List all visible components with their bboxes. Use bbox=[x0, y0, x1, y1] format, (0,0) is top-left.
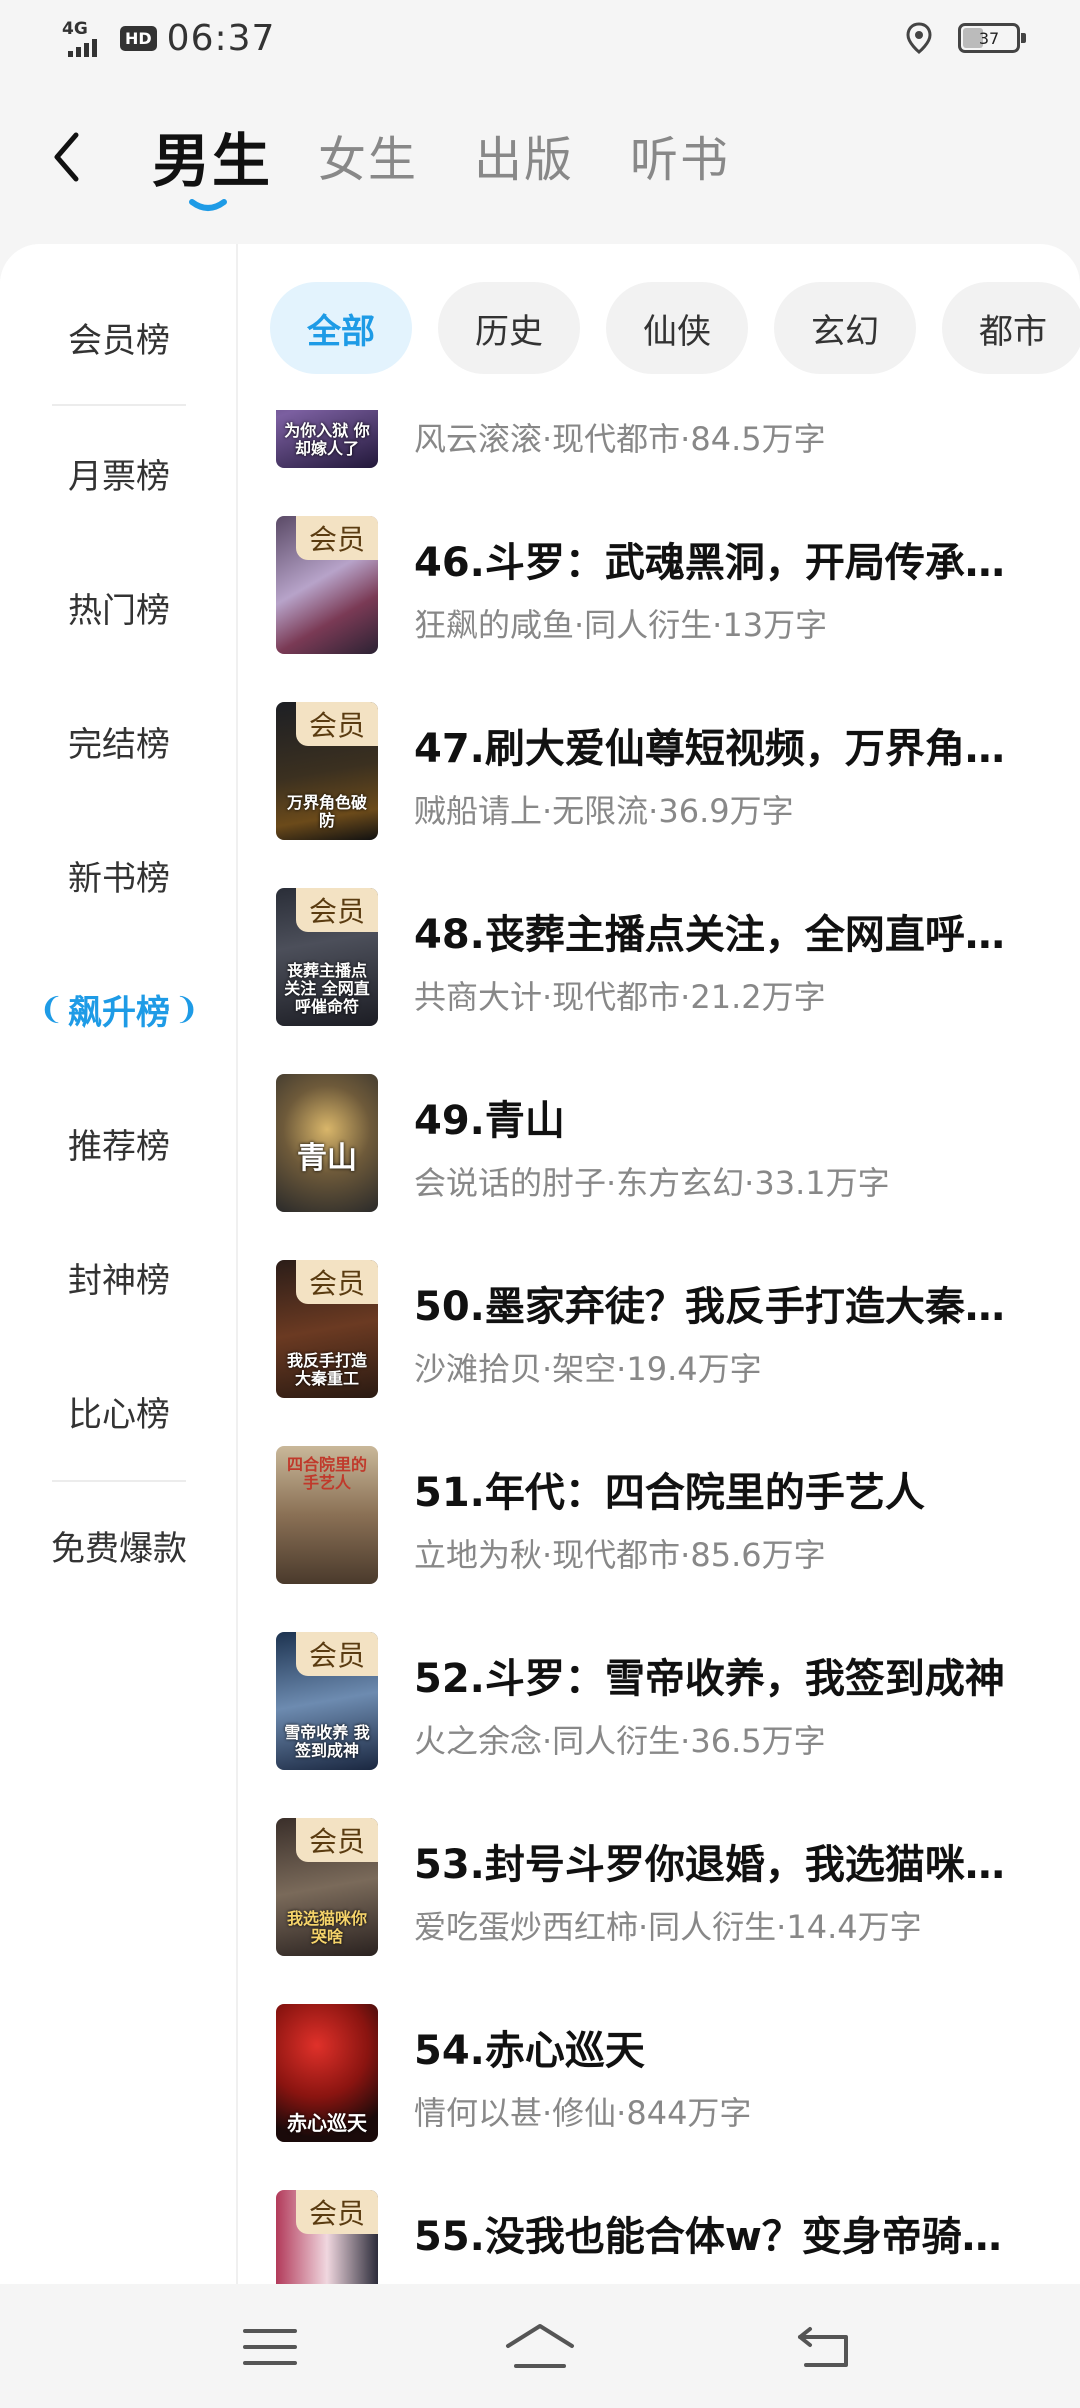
book-title: 51.年代：四合院里的手艺人 bbox=[414, 1470, 925, 1516]
book-meta: 狂飙的咸鱼·同人衍生·13万字 bbox=[414, 606, 828, 644]
list-item[interactable]: 会员 雪帝收养 我签到成神 52.斗罗：雪帝收养，我签到成神 火之余念·同人衍生… bbox=[238, 1632, 1080, 1818]
tab-active-indicator bbox=[189, 199, 227, 211]
vip-badge: 会员 bbox=[296, 702, 378, 746]
hd-badge: HD bbox=[120, 26, 157, 51]
chip-all[interactable]: 全部 bbox=[270, 282, 412, 374]
battery-level: 37 bbox=[978, 28, 1000, 48]
book-meta: 沙滩拾贝·架空·19.4万字 bbox=[414, 1350, 762, 1388]
home-icon bbox=[506, 2324, 574, 2368]
list-item[interactable]: 会员 万界角色破防 47.刷大爱仙尊短视频，万界角… 贼船请上·无限流·36.9… bbox=[238, 702, 1080, 888]
sidebar-item-completed[interactable]: 完结榜 bbox=[0, 696, 238, 786]
book-title: 55.没我也能合体w？变身帝骑… bbox=[414, 2214, 1002, 2260]
book-cover: 会员 丧葬主播点关注 全网直呼催命符 bbox=[276, 888, 378, 1026]
sidebar-item-rising[interactable]: ❨ 飙升榜 ❩ bbox=[0, 964, 238, 1054]
vip-badge: 会员 bbox=[296, 2190, 378, 2234]
sidebar-divider bbox=[52, 404, 186, 406]
battery-icon: 37 bbox=[958, 23, 1026, 53]
chevron-left-icon bbox=[54, 132, 79, 182]
sidebar-item-recommended[interactable]: 推荐榜 bbox=[0, 1098, 238, 1188]
list-item[interactable]: 会员 丧葬主播点关注 全网直呼催命符 48.丧葬主播点关注，全网直呼… 共商大计… bbox=[238, 888, 1080, 1074]
menu-button[interactable] bbox=[230, 2312, 310, 2382]
vip-badge: 会员 bbox=[296, 1632, 378, 1676]
book-meta: 贼船请上·无限流·36.9万字 bbox=[414, 792, 794, 830]
sidebar-item-heart[interactable]: 比心榜 bbox=[0, 1366, 238, 1456]
tab-male[interactable]: 男生 bbox=[152, 114, 272, 198]
category-chips: 全部 历史 仙侠 玄幻 都市 bbox=[270, 282, 1080, 374]
book-cover: 赤心巡天 bbox=[276, 2004, 378, 2142]
back-button[interactable] bbox=[36, 122, 96, 192]
sidebar-item-hot[interactable]: 热门榜 bbox=[0, 562, 238, 652]
list-item[interactable]: 为你入狱 你却嫁人了 风云滚滚·现代都市·84.5万字 bbox=[238, 410, 1080, 516]
book-title: 47.刷大爱仙尊短视频，万界角… bbox=[414, 726, 1005, 772]
book-cover: 四合院里的手艺人 bbox=[276, 1446, 378, 1584]
sidebar-item-hall-of-fame[interactable]: 封神榜 bbox=[0, 1232, 238, 1322]
book-meta: 爱吃蛋炒西红柿·同人衍生·14.4万字 bbox=[414, 1908, 922, 1946]
laurel-left-icon: ❨ bbox=[38, 991, 64, 1027]
book-cover: 会员 雪帝收养 我签到成神 bbox=[276, 1632, 378, 1770]
system-navigation-bar bbox=[0, 2284, 1080, 2408]
book-title: 52.斗罗：雪帝收养，我签到成神 bbox=[414, 1656, 1005, 1702]
book-meta: 风云滚滚·现代都市·84.5万字 bbox=[414, 420, 826, 458]
list-item[interactable]: 会员 55.没我也能合体w？变身帝骑… bbox=[238, 2190, 1080, 2284]
book-title: 48.丧葬主播点关注，全网直呼… bbox=[414, 912, 1005, 958]
book-cover: 青山 bbox=[276, 1074, 378, 1212]
back-nav-button[interactable] bbox=[784, 2312, 864, 2382]
menu-icon bbox=[243, 2329, 297, 2365]
sidebar-item-free-hits[interactable]: 免费爆款 bbox=[0, 1500, 238, 1590]
book-title: 53.封号斗罗你退婚，我选猫咪… bbox=[414, 1842, 1005, 1888]
book-title: 46.斗罗：武魂黑洞，开局传承… bbox=[414, 540, 1005, 586]
book-meta: 火之余念·同人衍生·36.5万字 bbox=[414, 1722, 826, 1760]
sidebar-item-new[interactable]: 新书榜 bbox=[0, 830, 238, 920]
status-bar: 4G HD 06:37 37 bbox=[0, 0, 1080, 80]
list-item[interactable]: 会员 46.斗罗：武魂黑洞，开局传承… 狂飙的咸鱼·同人衍生·13万字 bbox=[238, 516, 1080, 702]
list-item[interactable]: 赤心巡天 54.赤心巡天 情何以甚·修仙·844万字 bbox=[238, 2004, 1080, 2190]
clock: 06:37 bbox=[166, 18, 276, 59]
book-cover: 会员 万界角色破防 bbox=[276, 702, 378, 840]
book-title: 54.赤心巡天 bbox=[414, 2028, 645, 2074]
book-meta: 情何以甚·修仙·844万字 bbox=[414, 2094, 752, 2132]
book-cover: 为你入狱 你却嫁人了 bbox=[276, 410, 378, 468]
book-cover: 会员 bbox=[276, 516, 378, 654]
app-screen: 4G HD 06:37 37 男生 女生 出版 听书 会员榜 月票榜 热门榜 完… bbox=[0, 0, 1080, 2408]
vip-badge: 会员 bbox=[296, 1818, 378, 1862]
book-list: 为你入狱 你却嫁人了 风云滚滚·现代都市·84.5万字 会员 46.斗罗：武魂黑… bbox=[238, 410, 1080, 2284]
list-item[interactable]: 四合院里的手艺人 51.年代：四合院里的手艺人 立地为秋·现代都市·85.6万字 bbox=[238, 1446, 1080, 1632]
sidebar-divider bbox=[52, 1480, 186, 1482]
list-item[interactable]: 会员 我选猫咪你哭啥 53.封号斗罗你退婚，我选猫咪… 爱吃蛋炒西红柿·同人衍生… bbox=[238, 1818, 1080, 2004]
laurel-right-icon: ❩ bbox=[174, 991, 200, 1027]
tab-audiobook[interactable]: 听书 bbox=[630, 120, 730, 190]
tab-publish[interactable]: 出版 bbox=[474, 120, 574, 190]
vip-badge: 会员 bbox=[296, 888, 378, 932]
book-cover: 会员 我反手打造大秦重工 bbox=[276, 1260, 378, 1398]
book-cover: 会员 bbox=[276, 2190, 378, 2284]
home-button[interactable] bbox=[500, 2312, 580, 2382]
book-title: 50.墨家弃徒？我反手打造大秦… bbox=[414, 1284, 1005, 1330]
list-item[interactable]: 会员 我反手打造大秦重工 50.墨家弃徒？我反手打造大秦… 沙滩拾贝·架空·19… bbox=[238, 1260, 1080, 1446]
book-meta: 共商大计·现代都市·21.2万字 bbox=[414, 978, 826, 1016]
signal-icon: 4G bbox=[62, 19, 110, 59]
chip-fantasy[interactable]: 玄幻 bbox=[774, 282, 916, 374]
top-tabs: 男生 女生 出版 听书 bbox=[0, 100, 1080, 230]
vip-badge: 会员 bbox=[296, 1260, 378, 1304]
chip-urban[interactable]: 都市 bbox=[942, 282, 1080, 374]
sidebar-item-monthly-ticket[interactable]: 月票榜 bbox=[0, 428, 238, 518]
list-item[interactable]: 青山 49.青山 会说话的肘子·东方玄幻·33.1万字 bbox=[238, 1074, 1080, 1260]
return-icon bbox=[798, 2327, 848, 2367]
location-icon bbox=[906, 22, 932, 54]
vip-badge: 会员 bbox=[296, 516, 378, 560]
tab-female[interactable]: 女生 bbox=[318, 120, 418, 190]
book-cover: 会员 我选猫咪你哭啥 bbox=[276, 1818, 378, 1956]
book-title: 49.青山 bbox=[414, 1098, 565, 1144]
ranking-panel: 会员榜 月票榜 热门榜 完结榜 新书榜 ❨ 飙升榜 ❩ 推荐榜 封神榜 比心榜 … bbox=[0, 244, 1080, 2284]
book-meta: 立地为秋·现代都市·85.6万字 bbox=[414, 1536, 826, 1574]
sidebar-item-member[interactable]: 会员榜 bbox=[0, 292, 238, 382]
book-meta: 会说话的肘子·东方玄幻·33.1万字 bbox=[414, 1164, 890, 1202]
chip-xianxia[interactable]: 仙侠 bbox=[606, 282, 748, 374]
ranking-sidebar: 会员榜 月票榜 热门榜 完结榜 新书榜 ❨ 飙升榜 ❩ 推荐榜 封神榜 比心榜 … bbox=[0, 244, 238, 2284]
chip-history[interactable]: 历史 bbox=[438, 282, 580, 374]
